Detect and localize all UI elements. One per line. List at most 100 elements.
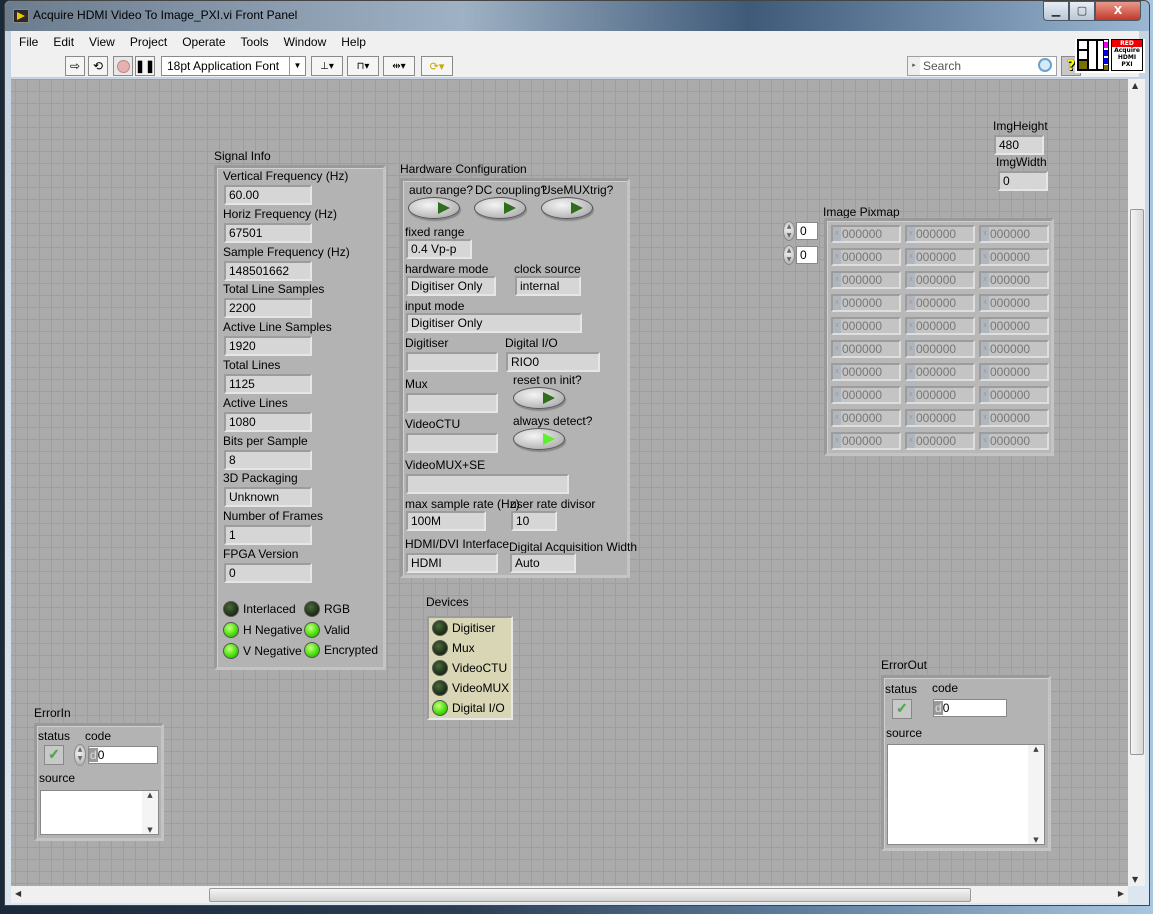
col-index-field[interactable]: 0 xyxy=(796,246,818,264)
menu-window[interactable]: Window xyxy=(276,35,334,49)
pixmap-cell: x 000000 xyxy=(905,271,975,289)
radix-indicator: x xyxy=(833,227,841,241)
always-detect-label: always detect? xyxy=(513,414,593,428)
radix-indicator: x xyxy=(981,342,989,356)
menu-tools[interactable]: Tools xyxy=(233,35,276,49)
signal-field-value: 1125 xyxy=(224,374,312,394)
search-icon[interactable] xyxy=(1038,58,1052,72)
align-objects-button[interactable]: ⊥▾ xyxy=(311,56,343,76)
auto-range-toggle[interactable] xyxy=(408,197,460,219)
error-in-source-field[interactable]: ▲ ▼ xyxy=(40,790,159,835)
digital-io-label: Digital I/O xyxy=(505,336,558,350)
font-selector[interactable]: 18pt Application Font ▼ xyxy=(161,56,306,76)
scroll-up-icon[interactable]: ▲ xyxy=(1132,81,1138,90)
scroll-down-icon[interactable]: ▼ xyxy=(1132,875,1138,884)
user-rate-divisor-field[interactable]: 10 xyxy=(511,511,557,531)
hardware-mode-ring[interactable]: Digitiser Only xyxy=(406,276,496,296)
pixmap-cell-value: 000000 xyxy=(916,365,957,379)
title-bar[interactable]: Acquire HDMI Video To Image_PXI.vi Front… xyxy=(5,1,1149,31)
front-panel-window: Acquire HDMI Video To Image_PXI.vi Front… xyxy=(4,0,1150,906)
auto-range-label: auto range? xyxy=(409,183,474,197)
menu-file[interactable]: File xyxy=(11,35,45,49)
always-detect-toggle[interactable] xyxy=(513,428,565,450)
reset-on-init-toggle[interactable] xyxy=(513,387,565,409)
img-width-field[interactable]: 0 xyxy=(998,171,1048,191)
minimize-button[interactable]: ▁ xyxy=(1043,1,1069,21)
vertical-scrollbar[interactable]: ▲ ▼ xyxy=(1128,79,1145,886)
menu-view[interactable]: View xyxy=(81,35,122,49)
search-input[interactable]: ▸ Search xyxy=(907,56,1057,76)
error-in-code-spinner[interactable]: ▲ ▼ xyxy=(74,744,86,766)
pixmap-cell-value: 000000 xyxy=(842,227,883,241)
img-height-field[interactable]: 480 xyxy=(994,135,1044,155)
row-index-spinner[interactable]: ▲ ▼ xyxy=(783,221,795,241)
run-arrow-icon: ⇨ xyxy=(69,59,81,73)
signal-led-interlaced xyxy=(223,601,239,617)
close-button[interactable]: X xyxy=(1095,1,1141,21)
pixmap-cell: x 000000 xyxy=(905,432,975,450)
radix-indicator: x xyxy=(833,319,841,333)
videoctu-resource[interactable] xyxy=(406,433,498,453)
dc-coupling-label: DC coupling? xyxy=(475,183,548,197)
pixmap-cell-value: 000000 xyxy=(990,434,1031,448)
pixmap-cell: x 000000 xyxy=(831,271,901,289)
device-led-digitiser xyxy=(432,620,448,636)
videomux-se-resource[interactable] xyxy=(406,474,569,494)
mux-resource[interactable] xyxy=(406,393,498,413)
pixmap-cell: x 000000 xyxy=(905,340,975,358)
signal-field-label: Horiz Frequency (Hz) xyxy=(223,206,338,221)
menu-operate[interactable]: Operate xyxy=(174,35,232,49)
pixmap-cell-value: 000000 xyxy=(916,434,957,448)
vi-icon-line4: PXI xyxy=(1121,61,1133,68)
pause-button[interactable]: ❚❚ xyxy=(135,56,155,76)
scroll-right-icon[interactable]: ▶ xyxy=(1118,889,1124,898)
vi-icon-image: RED Acquire HDMI PXI xyxy=(1111,39,1143,71)
error-out-code-value: 0 xyxy=(942,701,950,715)
scroll-left-icon[interactable]: ◀ xyxy=(15,889,21,898)
digitiser-resource[interactable] xyxy=(406,352,498,372)
fixed-range-ring[interactable]: 0.4 Vp-p xyxy=(406,239,472,259)
horizontal-scrollbar[interactable]: ◀ ▶ xyxy=(11,886,1128,903)
pixmap-cell: x 000000 xyxy=(979,317,1049,335)
vertical-scroll-thumb[interactable] xyxy=(1130,209,1144,755)
dig-acq-width-ring[interactable]: Auto xyxy=(510,553,576,573)
digital-io-resource[interactable]: RIO0 xyxy=(506,352,600,372)
use-mux-trig-toggle[interactable] xyxy=(541,197,593,219)
resize-objects-button[interactable]: ⇹▾ xyxy=(383,56,415,76)
use-mux-trig-label: UseMUXtrig? xyxy=(542,183,614,197)
menu-project[interactable]: Project xyxy=(122,35,174,49)
menu-help[interactable]: Help xyxy=(333,35,373,49)
videomux-se-label: VideoMUX+SE xyxy=(405,458,486,472)
signal-field-value: 60.00 xyxy=(224,185,312,205)
row-index-field[interactable]: 0 xyxy=(796,222,818,240)
pixmap-cell-value: 000000 xyxy=(842,296,883,310)
max-sample-rate-field[interactable]: 100M xyxy=(406,511,486,531)
vi-icon-pane[interactable]: RED Acquire HDMI PXI xyxy=(1075,39,1145,73)
error-out-source-scrollbar[interactable]: ▲ ▼ xyxy=(1028,745,1044,844)
abort-button[interactable] xyxy=(113,56,133,76)
signal-led-label: RGB xyxy=(324,602,351,616)
vi-icon-line3: HDMI xyxy=(1117,54,1137,61)
col-index-spinner[interactable]: ▲ ▼ xyxy=(783,245,795,265)
maximize-button[interactable]: ▢ xyxy=(1069,1,1095,21)
pixmap-cell: x 000000 xyxy=(979,248,1049,266)
error-in-code-field[interactable]: d0 xyxy=(88,746,158,764)
horizontal-scroll-thumb[interactable] xyxy=(209,888,971,902)
menu-edit[interactable]: Edit xyxy=(45,35,81,49)
error-in-source-scrollbar[interactable]: ▲ ▼ xyxy=(142,791,158,834)
device-led-mux xyxy=(432,640,448,656)
device-label: Digital I/O xyxy=(452,701,505,715)
clock-source-ring[interactable]: internal xyxy=(515,276,581,296)
labview-vi-icon xyxy=(13,9,29,23)
dc-coupling-toggle[interactable] xyxy=(474,197,526,219)
signal-field-value: 0 xyxy=(224,563,312,583)
distribute-objects-button[interactable]: ⊓▾ xyxy=(347,56,379,76)
reorder-button[interactable]: ⟳▾ xyxy=(421,56,453,76)
hdmi-dvi-ring[interactable]: HDMI xyxy=(406,553,498,573)
error-in-status-checkbox[interactable]: ✓ xyxy=(44,745,64,765)
run-continuously-button[interactable]: ⟲ xyxy=(88,56,108,76)
pixmap-cell-value: 000000 xyxy=(990,319,1031,333)
search-options-icon[interactable]: ▸ xyxy=(908,57,920,75)
input-mode-ring[interactable]: Digitiser Only xyxy=(406,313,582,333)
run-button[interactable]: ⇨ xyxy=(65,56,85,76)
